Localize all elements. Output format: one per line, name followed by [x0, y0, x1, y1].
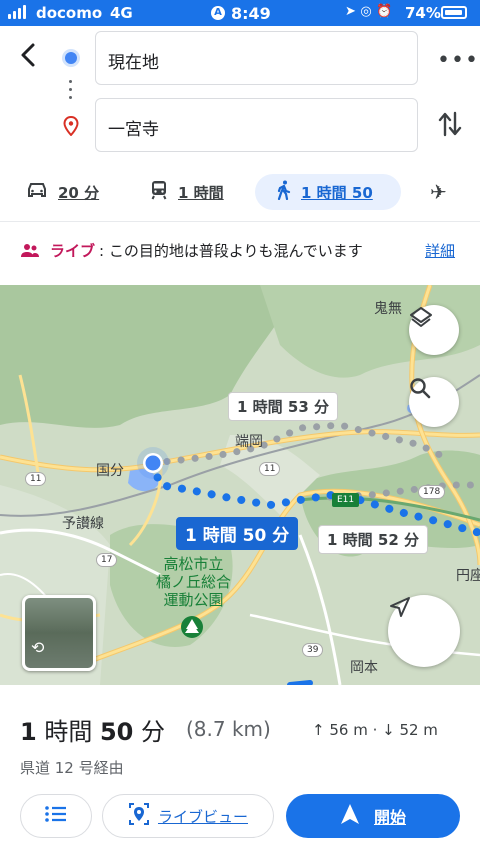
route-via: 県道 12 号経由: [20, 759, 124, 777]
status-time: 8:49: [231, 4, 271, 23]
people-icon: [20, 243, 40, 259]
network-type: 4G: [110, 4, 133, 22]
road-shield: 39: [302, 643, 324, 657]
origin-input[interactable]: 現在地: [95, 31, 418, 85]
carrier-label: docomo: [36, 4, 103, 22]
layers-button[interactable]: [409, 305, 459, 355]
mode-flight[interactable]: ✈: [430, 174, 447, 210]
train-icon: [150, 180, 168, 204]
live-message: : この目的地は普段よりも混んでいます: [99, 242, 363, 260]
origin-dot-icon: [65, 52, 77, 64]
route-selected-label[interactable]: 1 時間 50 分: [176, 517, 299, 550]
place-okamoto: 岡本: [350, 660, 378, 676]
divider: [0, 221, 480, 222]
mode-walking[interactable]: 1 時間 50: [255, 174, 401, 210]
signal-icon: [8, 5, 26, 19]
battery-icon: [441, 6, 467, 19]
destination-input[interactable]: 一宮寺: [95, 98, 418, 152]
street-view-icon: ⟲: [31, 638, 45, 657]
road-shield: 11: [259, 462, 281, 476]
route-dots-icon: [69, 80, 73, 104]
mode-walking-label: 1 時間 50: [301, 183, 373, 202]
destination-pin-icon: [63, 115, 79, 137]
mode-transit[interactable]: 1 時間: [150, 174, 224, 210]
route-alt-label[interactable]: 1 時間 53 分: [228, 392, 338, 421]
place-kokubun: 国分: [96, 463, 124, 479]
place-park: 高松市立 橘ノ丘総合 運動公園: [156, 555, 232, 609]
status-icons: ➤ ◎ ⏰: [345, 4, 393, 19]
route-duration: 1 時間 50 分: [20, 718, 166, 746]
start-button[interactable]: 開始: [286, 794, 460, 838]
search-button[interactable]: [409, 377, 459, 427]
start-label: 開始: [373, 808, 406, 827]
navigation-icon: [340, 803, 360, 829]
live-banner: ライブ : この目的地は普段よりも混んでいます 詳細: [20, 240, 465, 261]
place-onibuna: 鬼無: [374, 301, 402, 317]
flight-icon: ✈: [430, 180, 447, 204]
route-alt-label[interactable]: 1 時間 52 分: [318, 525, 428, 554]
road-shield: 11: [25, 472, 47, 486]
mode-transit-label: 1 時間: [178, 183, 224, 202]
car-icon: [26, 181, 48, 203]
walk-icon: [277, 180, 291, 204]
expressway-shield: E11: [332, 493, 360, 507]
mode-driving[interactable]: 20 分: [26, 174, 99, 210]
place-hataoka: 端岡: [235, 434, 263, 450]
street-view-thumbnail[interactable]: ⟲: [22, 595, 96, 671]
swap-icon[interactable]: [438, 110, 462, 144]
map-view[interactable]: 鬼無 端岡 国分 予讃線 高松市立 橘ノ丘総合 運動公園 岡本 円座 11 11…: [0, 285, 480, 685]
recenter-button[interactable]: [388, 595, 460, 667]
place-enza: 円座: [456, 568, 480, 584]
more-options-icon[interactable]: •••: [437, 48, 479, 73]
back-arrow-icon[interactable]: [14, 40, 44, 70]
route-elevation: ↑ 56 m · ↓ 52 m: [312, 721, 438, 739]
steps-button[interactable]: [20, 794, 92, 838]
details-link[interactable]: 詳細: [425, 240, 455, 261]
mode-driving-label: 20 分: [58, 183, 100, 202]
live-label: ライブ: [50, 242, 96, 260]
place-yosan-line: 予讃線: [62, 516, 104, 532]
road-shield: 17: [96, 553, 118, 567]
status-bar: docomo 4G A 8:49 ➤ ◎ ⏰ 74%: [0, 0, 480, 26]
route-distance: (8.7 km): [186, 717, 271, 741]
list-icon: [44, 804, 68, 829]
road-shield: 178: [418, 485, 446, 499]
battery-percent: 74%: [405, 4, 441, 22]
live-view-label: ライブビュー: [157, 807, 248, 826]
live-view-button[interactable]: ライブビュー: [102, 794, 274, 838]
location-arrow-icon: A: [211, 6, 225, 20]
live-view-icon: [128, 802, 150, 830]
